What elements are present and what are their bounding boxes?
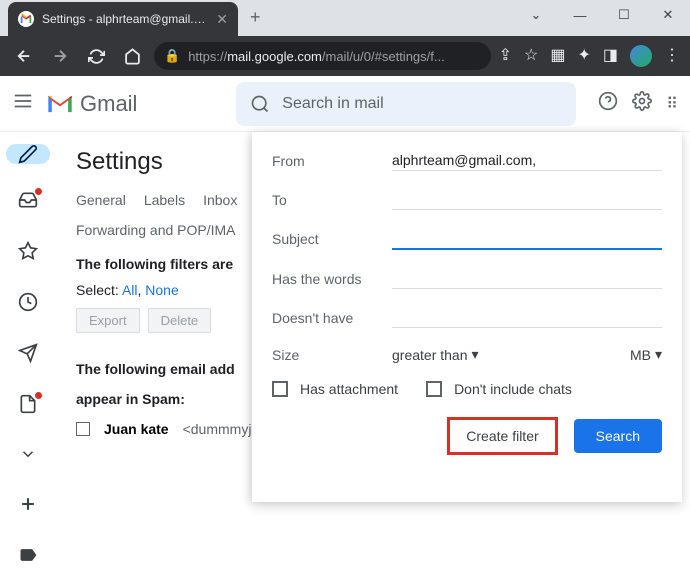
gmail-m-icon [46,93,74,115]
search-box[interactable]: Search in mail [236,82,576,126]
doesnt-have-label: Doesn't have [272,310,392,326]
export-button[interactable]: Export [76,308,140,333]
back-icon[interactable] [10,42,38,70]
subject-input[interactable] [392,228,662,250]
help-icon[interactable] [598,91,618,116]
tab-forwarding[interactable]: Forwarding and POP/IMA [76,222,236,238]
tab-labels[interactable]: Labels [144,192,185,208]
maximize-icon[interactable]: ☐ [602,0,646,30]
from-label: From [272,153,392,169]
add-label-icon[interactable] [18,494,38,519]
url-text: https://mail.google.com/mail/u/0/#settin… [188,49,445,64]
sent-icon[interactable] [18,343,38,368]
main-menu-icon[interactable] [12,90,34,117]
delete-button[interactable]: Delete [148,308,212,333]
close-window-icon[interactable]: ✕ [646,0,690,30]
subject-label: Subject [272,231,392,247]
new-tab-button[interactable]: + [250,7,261,28]
lock-icon: 🔒 [164,48,180,64]
label-icon[interactable] [18,545,38,570]
chevron-down-icon: ▾ [655,346,662,363]
extension-icon[interactable]: ▦ [550,45,565,67]
to-input[interactable] [392,189,662,210]
search-button[interactable]: Search [574,419,662,453]
apps-icon[interactable]: ⠿ [666,94,678,114]
browser-tab[interactable]: Settings - alphrteam@gmail.com ✕ [8,2,238,36]
has-attachment-checkbox[interactable]: Has attachment [272,381,398,397]
filter-panel: From To Subject Has the words Doesn't ha… [252,132,682,502]
tab-close-icon[interactable]: ✕ [216,11,228,28]
expand-icon[interactable] [19,445,37,468]
puzzle-icon[interactable]: ✦ [577,45,590,67]
search-placeholder: Search in mail [282,95,383,113]
panel-icon[interactable]: ◨ [603,45,618,67]
share-icon[interactable]: ⇪ [499,45,512,67]
select-all-link[interactable]: All [122,282,138,298]
compose-button[interactable] [6,144,50,164]
starred-icon[interactable] [18,241,38,266]
home-icon[interactable] [118,42,146,70]
no-chats-checkbox[interactable]: Don't include chats [426,381,572,397]
gmail-brand-text: Gmail [80,91,137,117]
tab-title: Settings - alphrteam@gmail.com [42,12,208,26]
star-icon[interactable]: ☆ [524,45,538,67]
forward-icon[interactable] [46,42,74,70]
address-bar[interactable]: 🔒 https://mail.google.com/mail/u/0/#sett… [154,42,491,70]
drafts-icon[interactable] [18,394,38,419]
doesnt-have-input[interactable] [392,307,662,328]
size-op-select[interactable]: greater than ▾ [392,346,479,363]
profile-avatar[interactable] [630,45,652,67]
has-words-input[interactable] [392,268,662,289]
snoozed-icon[interactable] [18,292,38,317]
tab-inbox[interactable]: Inbox [203,192,237,208]
to-label: To [272,192,392,208]
gmail-logo[interactable]: Gmail [46,91,137,117]
menu-icon[interactable]: ⋮ [664,45,680,67]
size-unit-select[interactable]: MB ▾ [630,346,662,363]
blocked-name: Juan kate [104,421,169,437]
inbox-icon[interactable] [18,190,38,215]
from-input[interactable] [392,150,662,171]
has-words-label: Has the words [272,271,392,287]
chevron-down-icon: ▾ [472,346,479,363]
gear-icon[interactable] [632,91,652,116]
size-label: Size [272,347,392,363]
blocked-checkbox[interactable] [76,422,90,436]
tab-general[interactable]: General [76,192,126,208]
search-icon [250,94,270,114]
reload-icon[interactable] [82,42,110,70]
gmail-favicon [18,11,34,27]
select-none-link[interactable]: None [145,282,178,298]
chevron-down-icon[interactable]: ⌄ [514,0,558,30]
create-filter-button[interactable]: Create filter [447,417,557,455]
minimize-icon[interactable]: ― [558,0,602,30]
